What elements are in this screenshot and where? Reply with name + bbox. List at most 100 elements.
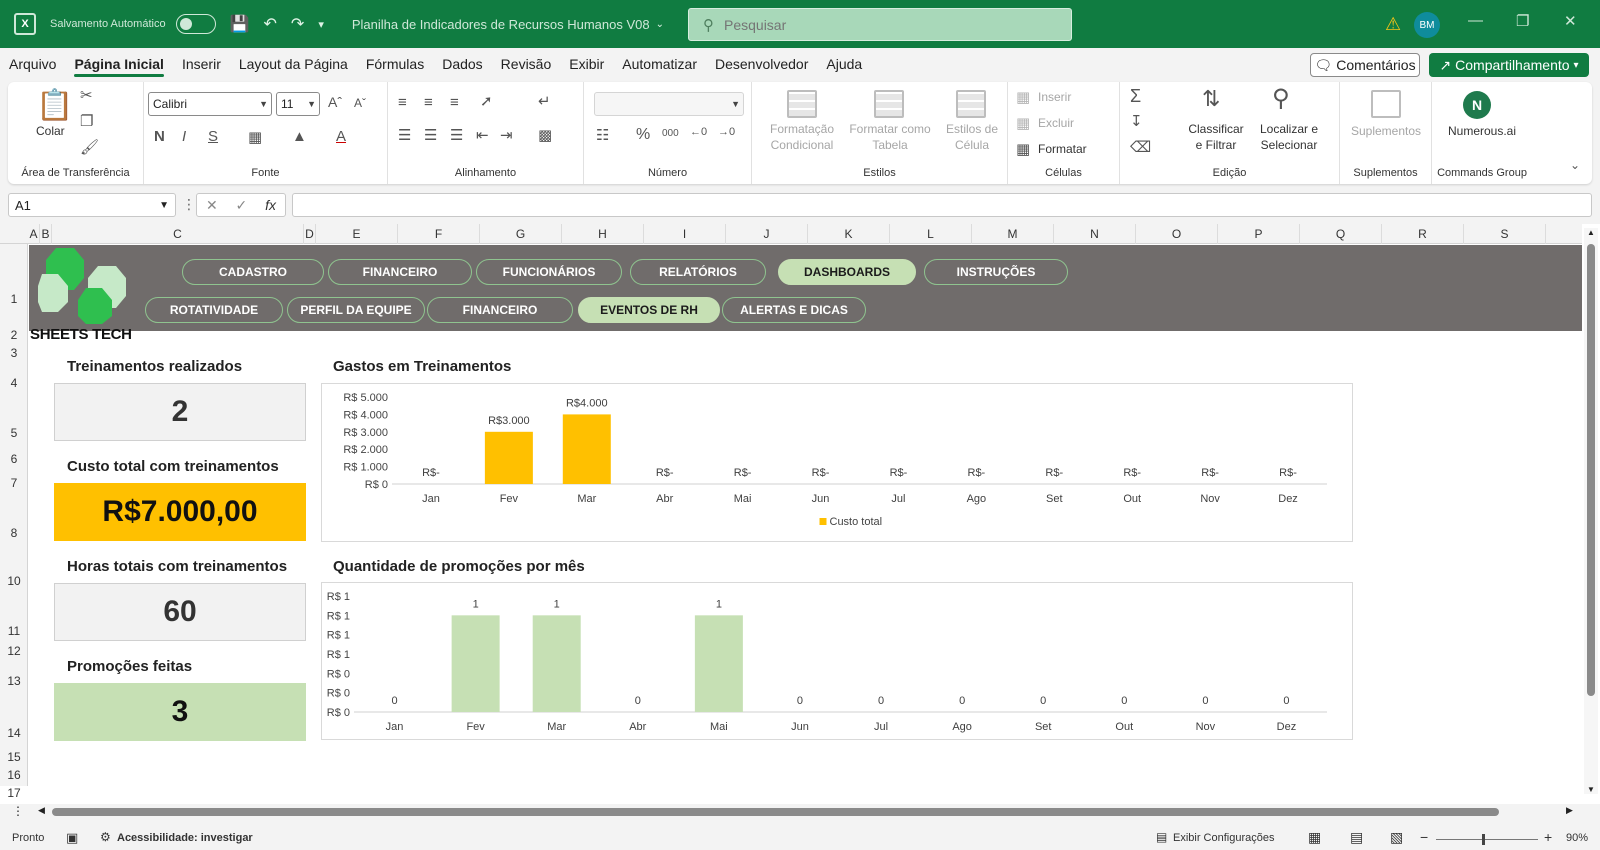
align-bottom-icon[interactable]: ≡ xyxy=(450,94,459,111)
clear-icon[interactable]: ⌫ xyxy=(1130,138,1151,156)
fill-icon[interactable]: ↧ xyxy=(1130,112,1143,130)
scroll-left-icon[interactable]: ◀ xyxy=(38,805,45,816)
column-header[interactable]: N xyxy=(1054,224,1136,244)
nav-button-top-1[interactable]: FINANCEIRO xyxy=(328,259,472,285)
ribbon-tab-1[interactable]: Página Inicial xyxy=(65,48,172,80)
align-right-icon[interactable]: ☰ xyxy=(450,126,463,144)
avatar[interactable]: BM xyxy=(1414,12,1440,38)
nav-button-sub-2[interactable]: FINANCEIRO xyxy=(427,297,573,323)
column-header[interactable]: F xyxy=(398,224,480,244)
insert-cells-label[interactable]: Inserir xyxy=(1038,90,1071,104)
bar[interactable] xyxy=(451,615,500,712)
zoom-slider[interactable] xyxy=(1436,834,1538,845)
format-as-table-label-2[interactable]: Tabela xyxy=(846,138,934,152)
scroll-right-icon[interactable]: ▶ xyxy=(1566,805,1573,816)
find-select-label-1[interactable]: Localizar e xyxy=(1254,122,1324,136)
ribbon-tab-9[interactable]: Desenvolvedor xyxy=(706,48,817,80)
fill-color-icon[interactable]: ▲ xyxy=(292,128,307,145)
decrease-indent-icon[interactable]: ⇤ xyxy=(476,126,489,144)
grow-font-icon[interactable]: Aˆ xyxy=(328,94,342,110)
column-header[interactable]: K xyxy=(808,224,890,244)
bar[interactable] xyxy=(694,615,743,712)
share-button[interactable]: ↗ Compartilhamento ▾ xyxy=(1429,53,1589,77)
bar[interactable] xyxy=(484,431,533,484)
autosum-icon[interactable]: Σ xyxy=(1130,86,1141,107)
row-header[interactable]: 6 xyxy=(0,452,28,466)
number-format-select[interactable]: ▼ xyxy=(594,92,744,116)
nav-button-sub-0[interactable]: ROTATIVIDADE xyxy=(145,297,283,323)
search-input[interactable] xyxy=(724,16,1024,33)
numerous-label[interactable]: Numerous.ai xyxy=(1432,124,1532,138)
conditional-formatting-icon[interactable] xyxy=(787,90,817,118)
format-as-table-icon[interactable] xyxy=(874,90,904,118)
row-header[interactable]: 4 xyxy=(0,376,28,390)
row-header[interactable]: 13 xyxy=(0,674,28,688)
sort-filter-icon[interactable]: ⇅ xyxy=(1202,86,1220,112)
column-header[interactable]: G xyxy=(480,224,562,244)
more-options-icon[interactable]: ⋮ xyxy=(182,196,196,213)
column-header[interactable]: P xyxy=(1218,224,1300,244)
cell-styles-label-2[interactable]: Célula xyxy=(942,138,1002,152)
collapse-ribbon-icon[interactable]: ⌄ xyxy=(1570,158,1580,172)
customize-qat-icon[interactable]: ▾ xyxy=(318,18,324,31)
column-header[interactable]: R xyxy=(1382,224,1464,244)
column-header[interactable]: S xyxy=(1464,224,1546,244)
numerous-logo-icon[interactable]: N xyxy=(1463,91,1491,119)
row-header[interactable]: 8 xyxy=(0,526,28,540)
vertical-scrollbar[interactable]: ▲ ▼ xyxy=(1584,228,1598,794)
ribbon-tab-0[interactable]: Arquivo xyxy=(0,48,65,80)
accessibility-status[interactable]: Acessibilidade: investigar xyxy=(117,832,253,844)
format-as-table-label-1[interactable]: Formatar como xyxy=(846,122,934,136)
increase-decimal-icon[interactable]: ←0 xyxy=(690,126,707,138)
row-header[interactable]: 1 xyxy=(0,292,28,306)
legend-label[interactable]: Custo total xyxy=(830,516,883,528)
ribbon-tab-2[interactable]: Inserir xyxy=(173,48,230,80)
column-header[interactable]: J xyxy=(726,224,808,244)
save-icon[interactable]: 💾 xyxy=(230,14,250,34)
bold-icon[interactable]: N xyxy=(154,128,165,145)
cell-styles-icon[interactable] xyxy=(956,90,986,118)
page-break-view-icon[interactable]: ▧ xyxy=(1390,829,1403,846)
comments-button[interactable]: 🗨 Comentários xyxy=(1310,53,1420,77)
restore-icon[interactable]: ❐ xyxy=(1516,12,1529,30)
insert-cells-icon[interactable]: ▦ xyxy=(1016,88,1030,106)
ribbon-tab-3[interactable]: Layout da Página xyxy=(230,48,357,80)
row-header[interactable]: 7 xyxy=(0,476,28,490)
row-header[interactable]: 14 xyxy=(0,726,28,740)
align-top-icon[interactable]: ≡ xyxy=(398,94,407,111)
row-header[interactable]: 3 xyxy=(0,346,28,360)
macro-record-icon[interactable]: ▣ xyxy=(66,830,78,846)
file-title[interactable]: Planilha de Indicadores de Recursos Huma… xyxy=(352,17,650,32)
wrap-text-icon[interactable]: ↵ xyxy=(538,92,551,110)
horizontal-scroll-thumb[interactable] xyxy=(52,808,1499,816)
align-left-icon[interactable]: ☰ xyxy=(398,126,411,144)
font-color-icon[interactable]: A xyxy=(336,128,346,145)
font-size-select[interactable]: 11 ▼ xyxy=(276,92,320,116)
conditional-formatting-label-2[interactable]: Condicional xyxy=(766,138,838,152)
copy-icon[interactable]: ❐ xyxy=(80,112,93,130)
column-header[interactable]: H xyxy=(562,224,644,244)
scroll-down-icon[interactable]: ▼ xyxy=(1587,785,1595,794)
close-icon[interactable]: ✕ xyxy=(1564,12,1577,30)
insert-function-icon[interactable]: fx xyxy=(265,197,276,213)
bar[interactable] xyxy=(562,414,611,484)
delete-cells-label[interactable]: Excluir xyxy=(1038,116,1074,130)
redo-icon[interactable]: ↷ xyxy=(291,14,304,34)
zoom-slider-thumb[interactable] xyxy=(1482,834,1485,845)
thousands-icon[interactable]: 000 xyxy=(662,128,679,139)
conditional-formatting-label-1[interactable]: Formatação xyxy=(766,122,838,136)
nav-button-sub-3[interactable]: EVENTOS DE RH xyxy=(578,297,720,323)
font-name-select[interactable]: Calibri ▼ xyxy=(148,92,272,116)
sort-filter-label-1[interactable]: Classificar xyxy=(1186,122,1246,136)
italic-icon[interactable]: I xyxy=(182,128,186,145)
decrease-decimal-icon[interactable]: →0 xyxy=(718,126,735,138)
horizontal-scrollbar[interactable]: ⋮ ◀ ▶ xyxy=(0,804,1600,820)
zoom-out-icon[interactable]: − xyxy=(1420,829,1428,845)
search-box[interactable]: ⚲ xyxy=(688,8,1072,41)
format-cells-icon[interactable]: ▦ xyxy=(1016,140,1030,158)
nav-button-top-5[interactable]: INSTRUÇÕES xyxy=(924,259,1068,285)
currency-icon[interactable]: ☷ xyxy=(596,126,609,144)
borders-icon[interactable]: ▦ xyxy=(248,128,262,146)
column-header[interactable]: E xyxy=(316,224,398,244)
vertical-scroll-thumb[interactable] xyxy=(1587,244,1595,696)
